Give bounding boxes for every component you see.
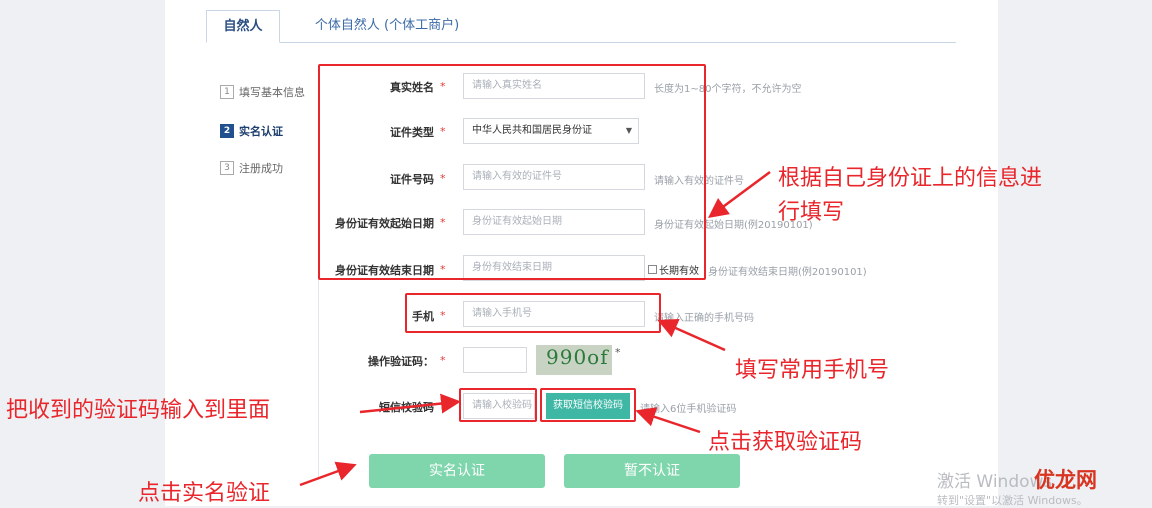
annotation-sms-input: 把收到的验证码输入到里面 bbox=[6, 398, 271, 423]
annotation-line: 根据自己身份证上的信息进 bbox=[778, 166, 1043, 191]
arrow-phone bbox=[657, 318, 726, 352]
annotation-phone: 填写常用手机号 bbox=[735, 358, 890, 383]
arrow-get-code bbox=[635, 407, 701, 434]
annotation-verify: 点击实名验证 bbox=[138, 481, 271, 506]
annotation-get-code: 点击获取验证码 bbox=[708, 430, 863, 455]
arrow-id-info bbox=[707, 170, 771, 218]
annotation-id-info: 根据自己身份证上的信息进 行填写 bbox=[778, 162, 1042, 230]
arrow-verify bbox=[299, 461, 357, 487]
arrow-sms-input bbox=[359, 393, 461, 414]
annotation-arrows bbox=[299, 170, 771, 487]
site-logo: 优龙网 bbox=[1034, 468, 1097, 492]
annotation-line: 行填写 bbox=[778, 200, 845, 225]
